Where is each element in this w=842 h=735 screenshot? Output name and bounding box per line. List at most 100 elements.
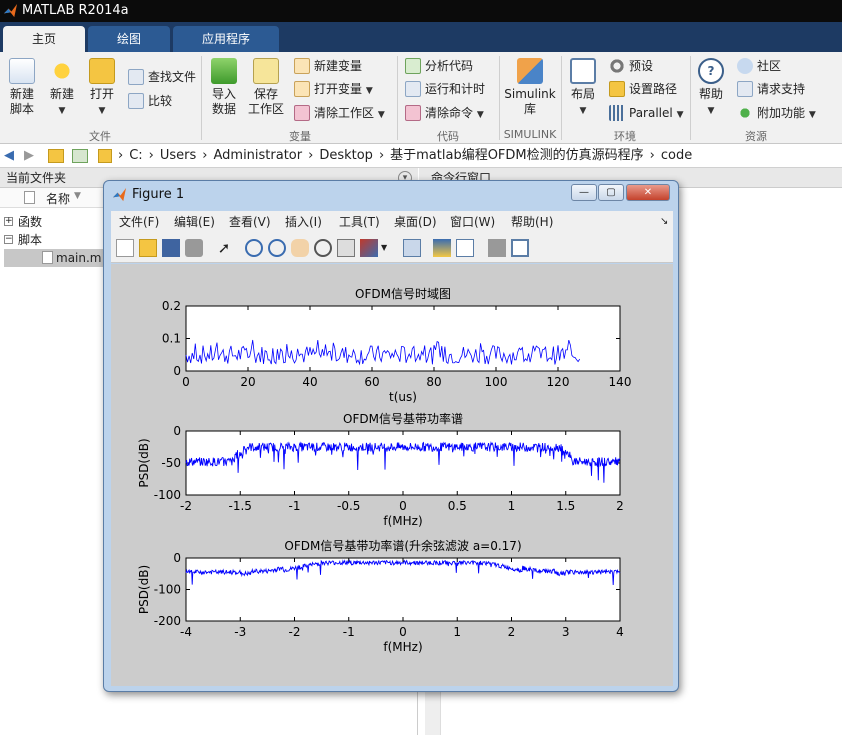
ribbon-tabs: 主页 绘图 应用程序 <box>0 22 842 52</box>
breadcrumb-separator: › <box>202 148 208 163</box>
data-cursor-icon[interactable] <box>337 239 355 257</box>
new-variable-button[interactable]: 新建变量 <box>294 57 362 75</box>
pan-hand-icon[interactable] <box>291 239 309 257</box>
new-script-icon <box>9 58 35 84</box>
back-arrow-icon[interactable]: ◀ <box>4 144 14 168</box>
x-tick-label: 20 <box>240 375 255 389</box>
request-support-button[interactable]: 请求支持 <box>737 80 805 98</box>
folder-icon <box>98 149 112 163</box>
chevron-down-icon[interactable]: ▼ <box>381 243 387 252</box>
tab-home[interactable]: 主页 <box>3 26 85 52</box>
simulink-library-button[interactable]: Simulink 库 <box>503 58 557 117</box>
chevron-down-icon: ▼ <box>808 110 816 120</box>
column-name[interactable]: 名称 <box>46 190 70 207</box>
import-data-button[interactable]: 导入 数据 <box>206 58 242 117</box>
plot-area <box>185 430 621 496</box>
menu-help[interactable]: 帮助(H) <box>511 211 553 233</box>
open-variable-button[interactable]: 打开变量 ▼ <box>294 80 373 98</box>
parallel-button[interactable]: Parallel ▼ <box>609 104 683 122</box>
breadcrumb-separator: › <box>649 148 655 163</box>
menu-edit[interactable]: 编辑(E) <box>174 211 215 233</box>
save-workspace-button[interactable]: 保存 工作区 <box>246 58 286 117</box>
x-tick-label: 60 <box>364 375 379 389</box>
tab-apps[interactable]: 应用程序 <box>173 26 279 52</box>
show-plot-tools-icon[interactable] <box>511 239 529 257</box>
clear-commands-button[interactable]: 清除命令 ▼ <box>405 104 484 122</box>
open-button[interactable]: 打开 ▼ <box>84 58 120 119</box>
close-button[interactable]: ✕ <box>626 184 670 201</box>
help-button[interactable]: ? 帮助 ▼ <box>694 58 728 119</box>
x-tick-label: 0.5 <box>448 499 467 513</box>
matlab-logo-icon <box>112 187 127 202</box>
link-plot-icon[interactable] <box>403 239 421 257</box>
tree-item-scripts[interactable]: − 脚本 <box>0 231 110 249</box>
new-script-button[interactable]: 新建 脚本 <box>4 58 40 117</box>
menu-file[interactable]: 文件(F) <box>119 211 159 233</box>
import-icon <box>211 58 237 84</box>
legend-icon[interactable] <box>456 239 474 257</box>
breadcrumb-item[interactable]: 基于matlab编程OFDM检测的仿真源码程序 <box>390 148 644 163</box>
file-item-main[interactable]: main.m <box>4 249 104 267</box>
expand-icon[interactable]: + <box>4 217 13 226</box>
preferences-button[interactable]: 预设 <box>609 57 653 75</box>
run-and-time-button[interactable]: 运行和计时 <box>405 80 485 98</box>
print-icon[interactable] <box>185 239 203 257</box>
forward-arrow-icon[interactable]: ▶ <box>24 144 34 168</box>
y-tick-label: -100 <box>154 488 181 502</box>
chart-title: OFDM信号时域图 <box>355 287 451 301</box>
browse-folder-icon[interactable] <box>72 149 88 163</box>
hide-plot-tools-icon[interactable] <box>488 239 506 257</box>
layout-icon <box>570 58 596 84</box>
minimize-button[interactable]: — <box>571 184 597 201</box>
chart-title: OFDM信号基带功率谱 <box>343 411 463 426</box>
breadcrumb-item[interactable]: C: <box>129 148 142 163</box>
analyze-code-button[interactable]: 分析代码 <box>405 57 473 75</box>
rotate-3d-icon[interactable] <box>314 239 332 257</box>
breadcrumb-item[interactable]: Users <box>160 148 196 163</box>
divider <box>397 56 398 140</box>
zoom-out-icon[interactable] <box>268 239 286 257</box>
help-icon: ? <box>698 58 724 84</box>
new-button[interactable]: 新建 ▼ <box>44 58 80 119</box>
x-tick-label: 0 <box>182 375 190 389</box>
m-file-icon <box>42 251 53 264</box>
pointer-icon[interactable]: ➚ <box>215 239 233 257</box>
y-tick-label: -50 <box>161 456 181 470</box>
compare-button[interactable]: 比较 <box>128 92 172 110</box>
layout-button[interactable]: 布局 ▼ <box>566 58 600 119</box>
group-label-environment: 环境 <box>614 130 636 143</box>
menu-desktop[interactable]: 桌面(D) <box>394 211 437 233</box>
x-tick-label: 1.5 <box>556 499 575 513</box>
add-ons-button[interactable]: 附加功能 ▼ <box>737 104 816 122</box>
new-figure-icon[interactable] <box>116 239 134 257</box>
up-folder-icon[interactable] <box>48 149 64 163</box>
x-axis-label: f(MHz) <box>383 514 422 528</box>
menu-window[interactable]: 窗口(W) <box>450 211 495 233</box>
zoom-in-icon[interactable] <box>245 239 263 257</box>
breadcrumb-item[interactable]: Desktop <box>319 148 373 163</box>
community-button[interactable]: 社区 <box>737 57 781 75</box>
set-path-button[interactable]: 设置路径 <box>609 80 677 98</box>
x-tick-label: -2 <box>289 625 301 639</box>
figure-toolbar: ➚ ▼ <box>111 233 673 263</box>
brush-icon[interactable] <box>360 239 378 257</box>
chevron-down-icon: ▼ <box>377 110 385 120</box>
tree-item-functions[interactable]: + 函数 <box>0 213 110 231</box>
dock-arrow-icon[interactable]: ↘ <box>660 211 668 233</box>
matlab-logo-icon <box>3 3 18 18</box>
collapse-icon[interactable]: − <box>4 235 13 244</box>
colorbar-icon[interactable] <box>433 239 451 257</box>
plus-icon <box>49 58 75 84</box>
menu-insert[interactable]: 插入(I) <box>285 211 322 233</box>
x-axis-label: f(MHz) <box>383 640 422 654</box>
breadcrumb-item[interactable]: code <box>661 148 692 163</box>
find-files-button[interactable]: 查找文件 <box>128 68 196 86</box>
clear-workspace-button[interactable]: 清除工作区 ▼ <box>294 104 385 122</box>
open-file-icon[interactable] <box>139 239 157 257</box>
menu-view[interactable]: 查看(V) <box>229 211 271 233</box>
save-icon[interactable] <box>162 239 180 257</box>
maximize-button[interactable]: ▢ <box>598 184 624 201</box>
tab-plots[interactable]: 绘图 <box>88 26 170 52</box>
breadcrumb-item[interactable]: Administrator <box>213 148 302 163</box>
menu-tools[interactable]: 工具(T) <box>339 211 380 233</box>
